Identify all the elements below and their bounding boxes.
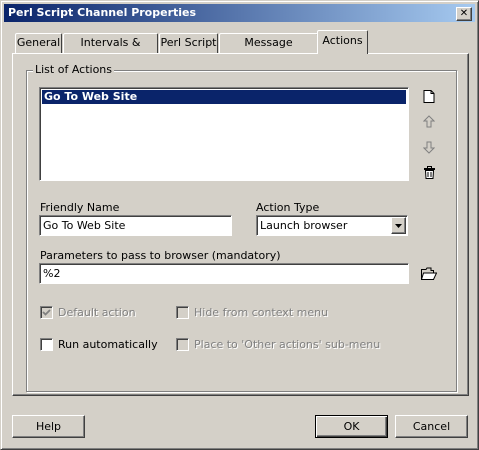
actions-listbox[interactable]: Go To Web Site bbox=[39, 87, 409, 181]
parameters-label: Parameters to pass to browser (mandatory… bbox=[40, 249, 281, 262]
cancel-button[interactable]: Cancel bbox=[395, 415, 468, 438]
run-automatically-checkbox[interactable] bbox=[40, 338, 53, 351]
place-other-label: Place to 'Other actions' sub-menu bbox=[194, 338, 381, 351]
open-folder-icon bbox=[421, 267, 437, 280]
trash-icon bbox=[423, 165, 435, 179]
default-action-checkbox[interactable] bbox=[40, 306, 53, 319]
move-down-button[interactable] bbox=[420, 138, 438, 156]
tab-actions[interactable]: Actions bbox=[317, 30, 368, 54]
new-action-button[interactable] bbox=[420, 87, 438, 105]
run-automatically-label: Run automatically bbox=[58, 338, 158, 351]
tab-label: General bbox=[16, 36, 61, 49]
title-bar[interactable]: Perl Script Channel Properties ✕ bbox=[4, 4, 475, 22]
checkmark-icon bbox=[42, 309, 51, 316]
close-button[interactable]: ✕ bbox=[456, 7, 472, 21]
parameters-input[interactable]: %2 bbox=[39, 263, 409, 284]
hide-context-label: Hide from context menu bbox=[194, 306, 329, 319]
tab-message-template[interactable]: Message Template bbox=[219, 33, 318, 67]
tab-label: Perl Script bbox=[160, 36, 217, 49]
tab-perl-script[interactable]: Perl Script bbox=[159, 33, 218, 53]
chevron-down-icon bbox=[395, 223, 402, 228]
arrow-up-icon bbox=[423, 114, 435, 127]
list-item[interactable]: Go To Web Site bbox=[41, 89, 407, 105]
friendly-name-input[interactable]: Go To Web Site bbox=[39, 215, 232, 236]
help-button[interactable]: Help bbox=[12, 415, 85, 438]
dropdown-button[interactable] bbox=[391, 217, 406, 234]
hide-context-checkbox[interactable] bbox=[176, 306, 189, 319]
browse-button[interactable] bbox=[420, 264, 438, 282]
new-icon bbox=[423, 89, 435, 103]
action-type-select[interactable]: Launch browser bbox=[256, 215, 408, 236]
ok-button[interactable]: OK bbox=[315, 415, 388, 438]
delete-action-button[interactable] bbox=[420, 163, 438, 181]
window-title: Perl Script Channel Properties bbox=[8, 6, 197, 19]
arrow-down-icon bbox=[423, 141, 435, 154]
dialog-window: Perl Script Channel Properties ✕ General… bbox=[0, 0, 479, 450]
close-icon: ✕ bbox=[459, 8, 469, 19]
action-type-label: Action Type bbox=[256, 201, 320, 214]
actions-tab-panel: List of Actions Go To Web Site Friendly … bbox=[12, 53, 469, 396]
group-label: List of Actions bbox=[33, 63, 115, 76]
friendly-name-label: Friendly Name bbox=[40, 201, 120, 214]
move-up-button[interactable] bbox=[420, 112, 438, 130]
default-action-label: Default action bbox=[58, 306, 136, 319]
tab-label: Actions bbox=[322, 34, 363, 47]
tab-general[interactable]: General bbox=[15, 33, 62, 53]
place-other-checkbox[interactable] bbox=[176, 338, 189, 351]
tab-intervals-alerts[interactable]: Intervals & Alerts bbox=[63, 33, 158, 67]
